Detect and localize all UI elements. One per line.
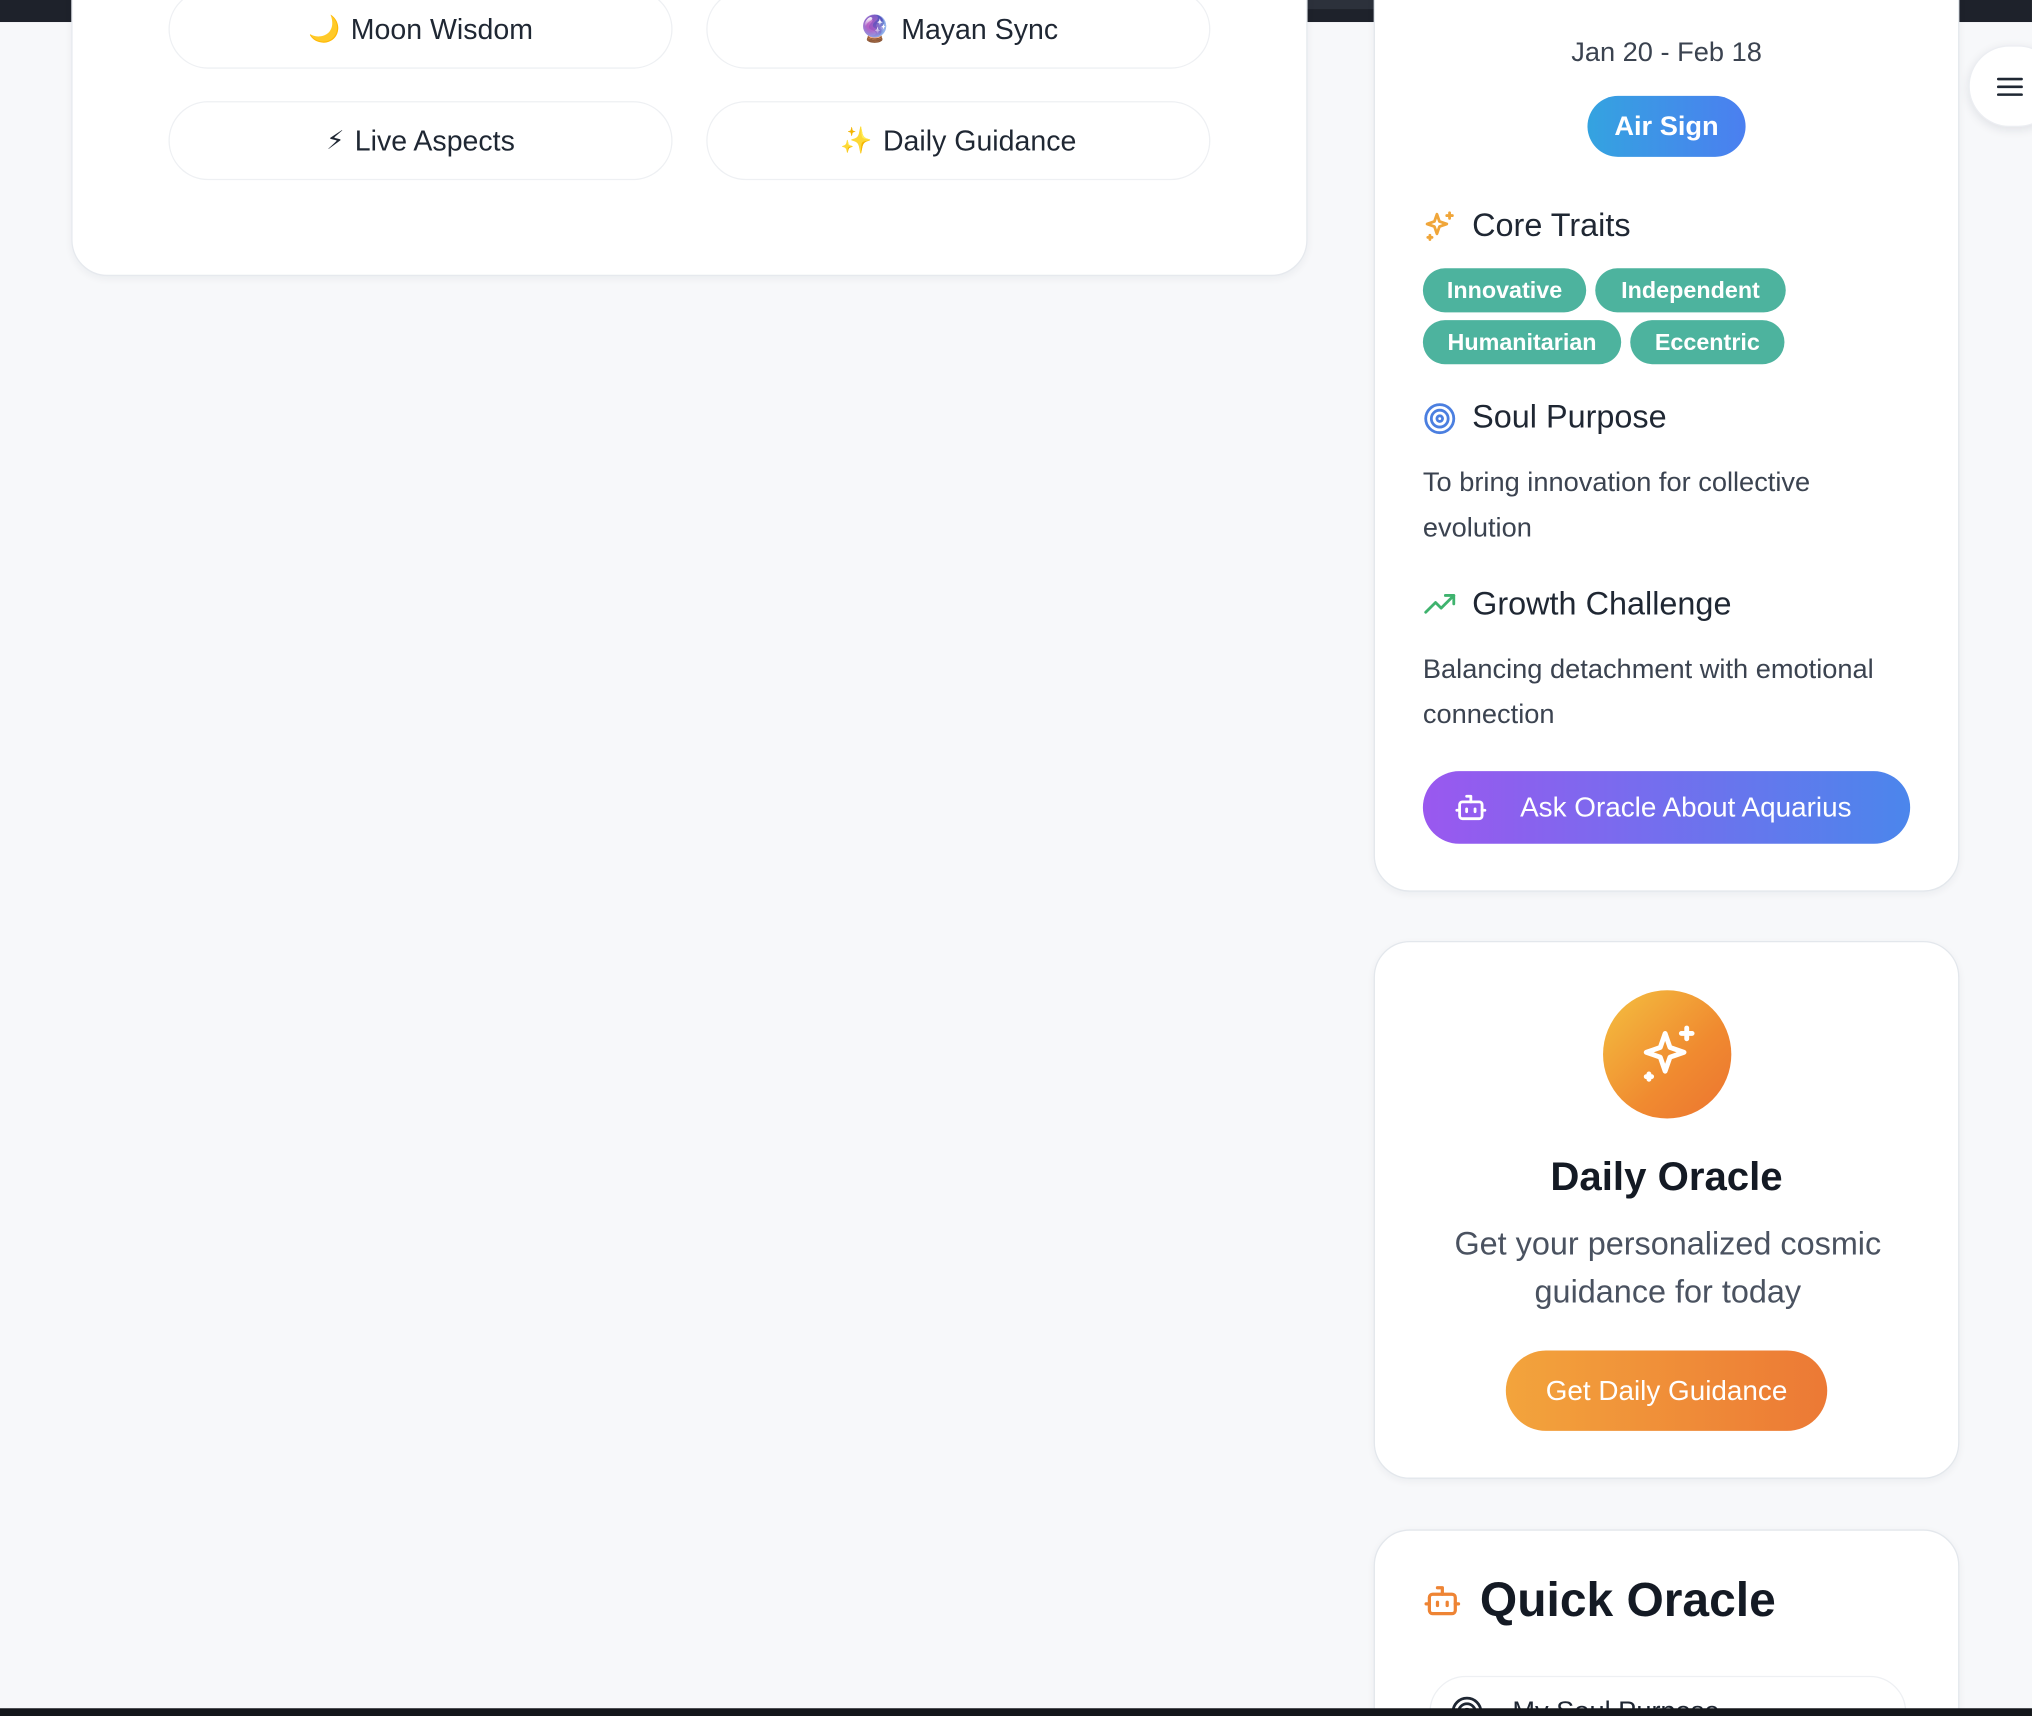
lightning-icon: ⚡	[326, 127, 345, 156]
quick-oracle-title: Quick Oracle	[1479, 1573, 1776, 1627]
daily-oracle-title: Daily Oracle	[1550, 1153, 1783, 1199]
zodiac-sign-card: Jan 20 - Feb 18 Air Sign Core Traits Inn…	[1373, 0, 1960, 892]
menu-button[interactable]	[1968, 45, 2032, 128]
trait-tag: Eccentric	[1630, 320, 1785, 365]
growth-challenge-title: Growth Challenge	[1472, 585, 1732, 623]
trait-tag: Innovative	[1422, 268, 1587, 313]
sign-date-range: Jan 20 - Feb 18	[1571, 37, 1762, 68]
moon-icon: 🌙	[308, 15, 341, 45]
live-aspects-button[interactable]: ⚡ Live Aspects	[168, 101, 673, 181]
core-traits-heading: Core Traits	[1423, 207, 1631, 245]
mayan-sync-button[interactable]: 🔮 Mayan Sync	[706, 0, 1211, 69]
crystal-ball-icon: 🔮	[858, 15, 891, 45]
bot-icon	[1454, 791, 1488, 825]
daily-guidance-label: Daily Guidance	[882, 123, 1077, 157]
element-badge: Air Sign	[1587, 95, 1746, 157]
daily-oracle-description: Get your personalized cosmic guidance fo…	[1454, 1226, 1882, 1311]
get-daily-guidance-button[interactable]: Get Daily Guidance	[1505, 1350, 1828, 1431]
moon-wisdom-button[interactable]: 🌙 Moon Wisdom	[168, 0, 673, 69]
sparkles-icon: ✨	[840, 127, 873, 156]
target-icon	[1423, 401, 1457, 435]
growth-challenge-heading: Growth Challenge	[1423, 585, 1732, 624]
bot-icon	[1423, 1581, 1462, 1620]
bottom-edge	[0, 1708, 2032, 1716]
sparkles-icon	[1423, 209, 1457, 243]
growth-challenge-text: Balancing detachment with emotional conn…	[1422, 654, 1874, 730]
sparkles-icon	[1603, 990, 1732, 1119]
core-traits-title: Core Traits	[1472, 207, 1631, 244]
soul-purpose-heading: Soul Purpose	[1423, 399, 1667, 437]
trait-tag: Humanitarian	[1422, 320, 1622, 365]
moon-wisdom-label: Moon Wisdom	[350, 12, 533, 45]
daily-guidance-button[interactable]: ✨ Daily Guidance	[706, 101, 1211, 181]
trending-up-icon	[1423, 588, 1457, 622]
hamburger-icon	[1996, 74, 2025, 100]
trait-tag: Independent	[1595, 268, 1786, 313]
quick-oracle-heading: Quick Oracle	[1423, 1573, 1776, 1627]
mayan-sync-label: Mayan Sync	[901, 12, 1059, 45]
soul-purpose-text: To bring innovation for collective evolu…	[1422, 467, 1811, 544]
live-aspects-label: Live Aspects	[354, 123, 515, 157]
ask-oracle-label: Ask Oracle About Aquarius	[1520, 791, 1852, 823]
ask-oracle-button[interactable]: Ask Oracle About Aquarius	[1422, 771, 1911, 844]
quick-oracle-card: Quick Oracle My Soul Purpose	[1373, 1529, 1960, 1716]
feature-card: 🌙 Moon Wisdom 🔮 Mayan Sync ⚡ Live Aspect…	[71, 0, 1308, 277]
soul-purpose-title: Soul Purpose	[1472, 399, 1667, 436]
daily-oracle-card: Daily Oracle Get your personalized cosmi…	[1373, 940, 1960, 1479]
page: 🌙 Moon Wisdom 🔮 Mayan Sync ⚡ Live Aspect…	[0, 0, 2032, 1716]
